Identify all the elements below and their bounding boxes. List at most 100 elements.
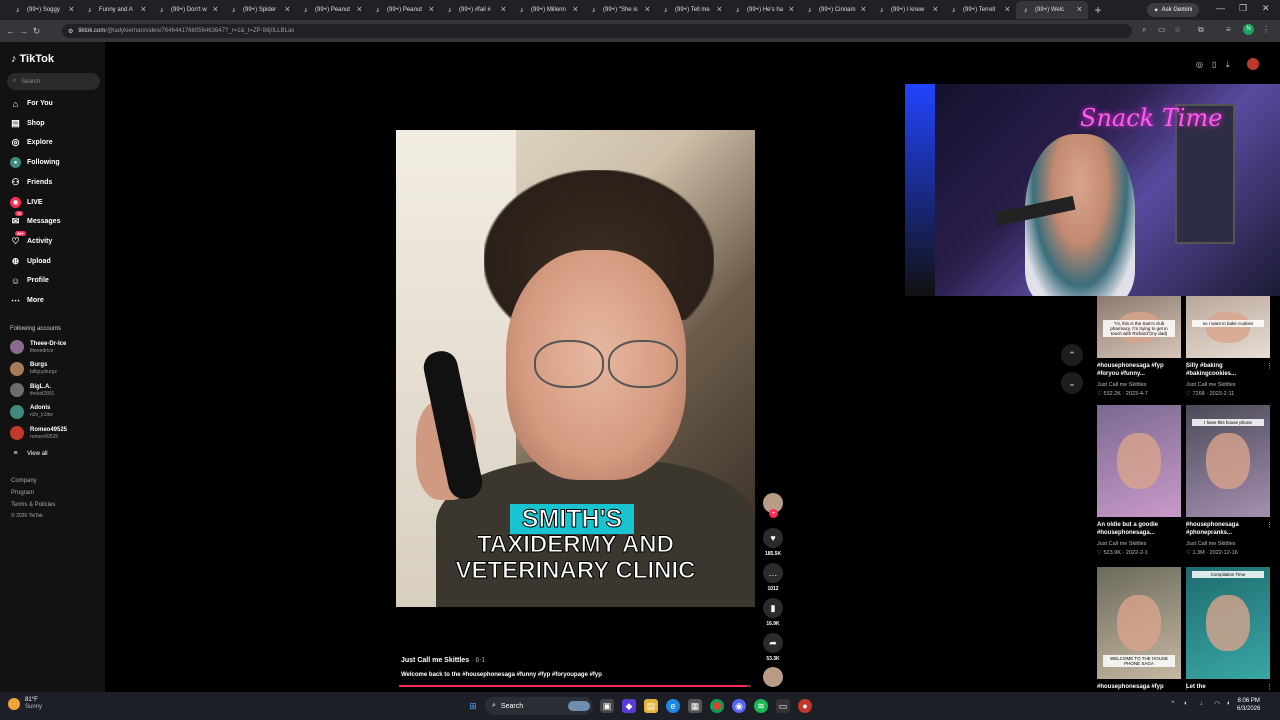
browser-tab[interactable]: ♪ (99+) Spider × <box>224 1 296 19</box>
browser-tab[interactable]: ♪ (99+) Don't w × <box>152 1 224 19</box>
tiktok-logo[interactable]: ♪ TikTok <box>11 53 54 65</box>
browser-tab[interactable]: ♪ (99+) Millenn × <box>512 1 584 19</box>
like-button[interactable]: ♥ 185.5K <box>762 528 784 557</box>
related-video-author[interactable]: Just Call me Skittles <box>1097 382 1147 388</box>
microphone-icon[interactable]: ♩ <box>1200 700 1207 707</box>
ask-gemini-button[interactable]: ✦ Ask Gemini <box>1147 3 1199 17</box>
browser-tab[interactable]: ♪ (99+) Terrell × <box>944 1 1016 19</box>
footer-terms[interactable]: Terms & Policies <box>11 502 55 508</box>
chrome-icon[interactable] <box>710 699 724 713</box>
follow-plus-icon[interactable]: + <box>769 509 778 518</box>
sidebar-item-profile[interactable]: ☺ Profile <box>10 275 49 286</box>
user-avatar[interactable] <box>1247 58 1259 70</box>
taskbar-search[interactable]: ⌕ Search <box>485 697 593 715</box>
browser-tab[interactable]: ♪ (99+) I knew × <box>872 1 944 19</box>
browser-tab[interactable]: ♪ Funny and A × <box>80 1 152 19</box>
close-tab-icon[interactable]: × <box>717 4 722 14</box>
creator-avatar-button[interactable]: + <box>762 493 784 518</box>
copilot-icon[interactable]: ◆ <box>622 699 636 713</box>
sidebar-item-friends[interactable]: ⚇ Friends <box>10 177 52 188</box>
browser-tab[interactable]: ♪ (99+) Peanut × <box>296 1 368 19</box>
reload-icon[interactable]: ↻ <box>30 26 43 37</box>
close-tab-icon[interactable]: × <box>429 4 434 14</box>
wifi-icon[interactable]: ◠ <box>1214 700 1220 708</box>
browser-tab[interactable]: ♪ (99+) #fail # × <box>440 1 512 19</box>
profile-avatar[interactable]: N <box>1243 24 1254 35</box>
task-view-icon[interactable]: ▣ <box>600 699 614 713</box>
video-author[interactable]: Just Call me Skittles <box>401 657 469 664</box>
close-tab-icon[interactable]: × <box>357 4 362 14</box>
windows-start-icon[interactable]: ⊞ <box>466 699 480 713</box>
related-video-caption[interactable]: #housephonesaga #phonepranks... <box>1186 521 1270 537</box>
following-account[interactable]: BigL.A. thekid2891 <box>10 383 54 397</box>
related-video-thumbnail[interactable]: Compilation Time <box>1186 567 1270 679</box>
browser-tab[interactable]: ♪ (99+) "She is × <box>584 1 656 19</box>
tray-app-icon[interactable]: ◐ <box>1184 700 1188 707</box>
close-tab-icon[interactable]: × <box>1077 4 1082 14</box>
music-disc-button[interactable] <box>762 667 784 687</box>
view-all-link[interactable]: ≡ View all <box>10 448 47 459</box>
following-account[interactable]: Adonis n3o_k1ttw <box>10 404 53 419</box>
edge-icon[interactable]: e <box>666 699 680 713</box>
more-options-icon[interactable]: ⋮ <box>1266 521 1273 529</box>
cast-icon[interactable]: ▭ <box>1158 25 1166 34</box>
browser-menu-icon[interactable]: ⋮ <box>1262 25 1270 34</box>
close-tab-icon[interactable]: × <box>1005 4 1010 14</box>
store-icon[interactable]: ▦ <box>688 699 702 713</box>
related-video-author[interactable]: Just Call me Skittles <box>1186 382 1236 388</box>
site-info-icon[interactable]: ⚙ <box>68 28 73 35</box>
related-video-thumbnail[interactable]: WELCOME TO THE HOUSE PHONE SAGA <box>1097 567 1181 679</box>
close-tab-icon[interactable]: × <box>501 4 506 14</box>
sidebar-item-explore[interactable]: ◎ Explore <box>10 137 53 148</box>
url-field[interactable]: ⚙ tiktok.com/@ladykiernan/video/764644176… <box>62 24 1132 38</box>
forward-icon[interactable]: → <box>17 26 30 36</box>
related-video-caption[interactable]: Let the <box>1186 683 1270 691</box>
related-video-caption[interactable]: #housephonesaga #fyp #foryou #funny... <box>1097 362 1181 378</box>
sidebar-item-for-you[interactable]: ⌂ For You <box>10 98 53 109</box>
previous-video-button[interactable]: ⌃ <box>1061 344 1083 366</box>
related-video-caption[interactable]: An oldie but a goodie #housephonesaga... <box>1097 521 1181 537</box>
minimize-icon[interactable]: — <box>1216 3 1225 13</box>
zoom-icon[interactable]: ⌕ <box>1142 25 1146 35</box>
footer-program[interactable]: Program <box>11 490 34 496</box>
device-icon[interactable]: ▯ <box>1212 60 1216 69</box>
weather-widget[interactable]: 81°F Sunny <box>8 697 42 711</box>
browser-tab[interactable]: ♪ (99+) Peanut × <box>368 1 440 19</box>
sidebar-item-shop[interactable]: ▤ Shop <box>10 118 44 129</box>
system-clock[interactable]: 8:06 PM 6/3/2026 <box>1237 697 1260 713</box>
coins-icon[interactable]: ◎ <box>1196 60 1203 69</box>
more-options-icon[interactable]: ⋮ <box>1266 362 1273 370</box>
file-explorer-icon[interactable]: ▤ <box>644 699 658 713</box>
terminal-icon[interactable]: ▭ <box>776 699 790 713</box>
close-tab-icon[interactable]: × <box>285 4 290 14</box>
footer-company[interactable]: Company <box>11 478 37 484</box>
close-tab-icon[interactable]: × <box>573 4 578 14</box>
close-window-icon[interactable]: ✕ <box>1262 3 1270 14</box>
close-tab-icon[interactable]: × <box>141 4 146 14</box>
close-tab-icon[interactable]: × <box>933 4 938 14</box>
following-account[interactable]: Romeo49525 romeo49525 <box>10 426 67 440</box>
maximize-icon[interactable]: ❐ <box>1239 3 1247 14</box>
following-account[interactable]: Theee-Dr-Ice theeedrice <box>10 340 66 354</box>
search-input[interactable]: ⌕ Search <box>7 73 100 90</box>
browser-tab[interactable]: ♪ (99+) Cinnam × <box>800 1 872 19</box>
related-video-thumbnail[interactable]: I have this house phone <box>1186 405 1270 517</box>
related-video-thumbnail[interactable]: so I want to bake cookies <box>1186 296 1270 358</box>
back-icon[interactable]: ← <box>4 26 17 36</box>
obs-icon[interactable]: ● <box>798 699 812 713</box>
related-video-caption[interactable]: #housephonesaga #fyp <box>1097 683 1181 691</box>
sidebar-item-activity[interactable]: ♡ 99+ Activity <box>10 230 52 247</box>
related-video-thumbnail[interactable] <box>1097 405 1181 517</box>
related-video-thumbnail[interactable]: "Hi, this is the Sam's club pharmacy. I'… <box>1097 296 1181 358</box>
related-video-caption[interactable]: Silly #baking #bakingcookies... <box>1186 362 1270 378</box>
media-icon[interactable]: ≡ <box>1226 25 1231 34</box>
close-tab-icon[interactable]: × <box>69 4 74 14</box>
share-button[interactable]: ➦ 53.3K <box>762 633 784 662</box>
discord-icon[interactable]: ◉ <box>732 699 746 713</box>
related-video-author[interactable]: Just Call me Skittles <box>1097 541 1147 547</box>
volume-icon[interactable]: ◖ <box>1226 700 1230 707</box>
browser-tab[interactable]: ♪ (99+) He's ha × <box>728 1 800 19</box>
spotify-icon[interactable]: ≋ <box>754 699 768 713</box>
more-options-icon[interactable]: ⋮ <box>1266 683 1273 691</box>
related-video-author[interactable]: Just Call me Skittles <box>1186 541 1236 547</box>
